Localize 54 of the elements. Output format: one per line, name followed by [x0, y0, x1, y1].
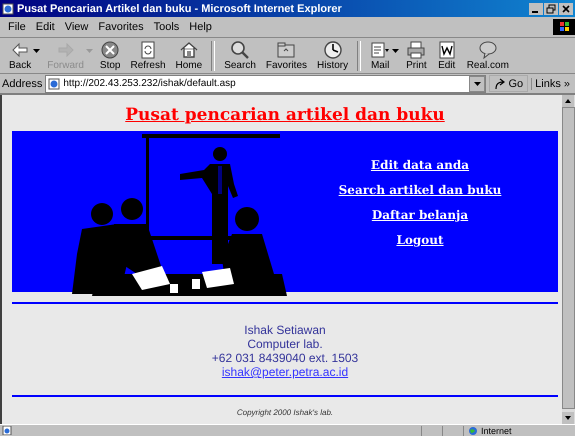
speech-bubble-icon: [478, 40, 498, 60]
restore-icon: [544, 2, 558, 14]
toolbar-button[interactable]: Search: [219, 40, 261, 71]
address-label: Address: [2, 78, 42, 90]
toolbar-button[interactable]: Home: [170, 40, 208, 71]
edit-page-icon: [436, 40, 457, 60]
toolbar-button[interactable]: Mail: [365, 40, 396, 71]
menu-item[interactable]: View: [64, 21, 88, 33]
search-icon: [230, 40, 250, 60]
toolbar-button[interactable]: Real.com: [462, 40, 514, 71]
menu-item[interactable]: Help: [189, 21, 212, 33]
windows-logo-icon: [553, 19, 575, 35]
forward-arrow-icon: [56, 40, 76, 60]
menu-item[interactable]: Tools: [154, 21, 180, 33]
links-button[interactable]: Links »: [531, 78, 573, 90]
contact-text: Computer lab.: [247, 337, 323, 351]
toolbar-button[interactable]: Print: [401, 40, 432, 71]
minimize-icon: [529, 2, 543, 14]
window-title: Pusat Pencarian Artikel dan buku - Microsoft Internet Explorer: [17, 2, 342, 14]
toolbar-button[interactable]: History: [312, 40, 354, 71]
ie-page-icon: [48, 78, 60, 90]
folder-icon: [276, 40, 296, 60]
home-icon: [178, 40, 199, 60]
toolbar-button[interactable]: Favorites: [260, 40, 312, 71]
toolbar-button[interactable]: Edit: [432, 40, 462, 71]
menu-item[interactable]: Favorites: [98, 21, 144, 33]
go-button[interactable]: Go: [489, 75, 528, 92]
clock-icon: [322, 40, 343, 60]
page-heading: Pusat pencarian artikel dan buku: [125, 105, 445, 125]
dropdown-button[interactable]: [469, 76, 486, 92]
contact-text: +62 031 8439040 ext. 1503: [212, 351, 358, 365]
stop-icon: [100, 40, 120, 60]
ie-page-icon: [2, 2, 14, 14]
nav-link[interactable]: Search artikel dan buku: [338, 183, 502, 197]
printer-icon: [406, 40, 426, 60]
globe-icon: [468, 426, 478, 435]
dropdown-arrow-icon: [474, 82, 481, 86]
nav-link[interactable]: Daftar belanja: [372, 208, 468, 222]
toolbar-button[interactable]: Refresh: [126, 40, 171, 71]
address-field[interactable]: http://202.43.253.232/ishak/default.asp: [45, 74, 486, 92]
go-arrow-icon: [494, 78, 506, 90]
back-arrow-icon: [10, 40, 30, 60]
close-icon: [559, 2, 573, 14]
menu-item[interactable]: File: [8, 21, 26, 33]
email-link[interactable]: ishak@peter.petra.ac.id: [222, 365, 348, 379]
status-zone: Internet: [481, 426, 512, 436]
nav-link[interactable]: Logout: [396, 233, 444, 247]
contact-text: Ishak Setiawan: [244, 323, 326, 337]
toolbar-button[interactable]: Back: [4, 40, 36, 71]
toolbar-button[interactable]: Stop: [94, 40, 126, 71]
copyright-text: Copyright 2000 Ishak's lab.: [236, 408, 334, 417]
nav-link[interactable]: Edit data anda: [370, 158, 470, 172]
scroll-up-icon: [562, 95, 574, 107]
menu-item[interactable]: Edit: [36, 21, 55, 33]
